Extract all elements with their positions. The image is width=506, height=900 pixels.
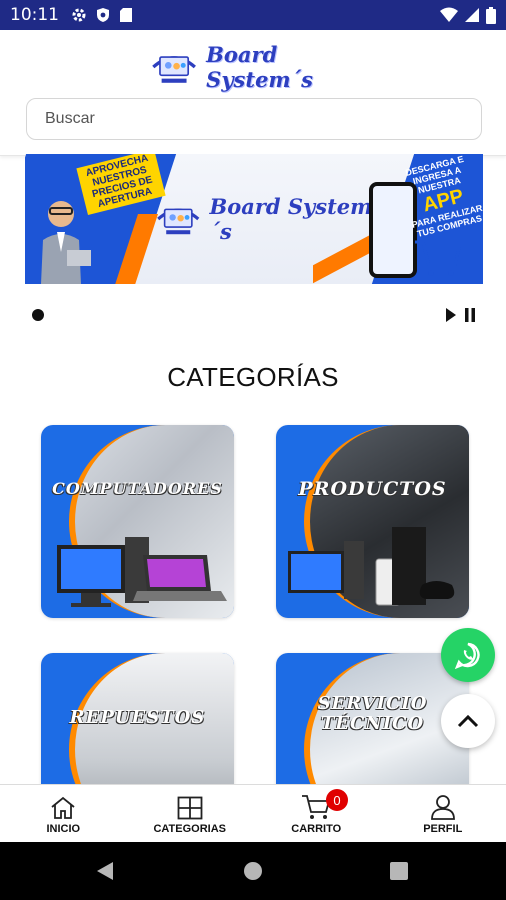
scroll-to-top-button[interactable]	[441, 694, 495, 748]
nav-label: PERFIL	[423, 823, 463, 835]
nav-item-categorias[interactable]: CATEGORIAS	[127, 785, 254, 842]
section-title: CATEGORÍAS	[167, 362, 339, 392]
computer-illustration	[57, 537, 227, 607]
status-system-icons	[440, 6, 496, 24]
play-icon[interactable]	[445, 307, 457, 323]
monitor-logo-icon	[152, 56, 196, 83]
app-header: Board System´s Buscar	[0, 30, 506, 156]
status-notification-icons	[71, 7, 133, 23]
system-navigation-bar	[0, 842, 506, 900]
nav-item-inicio[interactable]: INICIO	[0, 785, 127, 842]
bottom-navigation: INICIO CATEGORIAS CARRITO 0 PERFIL	[0, 784, 506, 842]
products-illustration	[288, 527, 455, 606]
nav-item-carrito[interactable]: CARRITO 0	[253, 785, 380, 842]
home-icon	[51, 796, 75, 819]
settings-icon	[72, 8, 86, 22]
banner-person-illustration	[41, 201, 91, 284]
nav-label: CATEGORIAS	[153, 823, 227, 835]
home-circle-icon[interactable]	[244, 862, 262, 880]
status-bar: 10:11	[0, 0, 506, 30]
category-label: REPUESTOS	[69, 707, 206, 728]
nav-item-perfil[interactable]: PERFIL	[380, 785, 506, 842]
banner-logo-text: Board System´s	[209, 194, 373, 244]
grid-icon	[177, 796, 203, 820]
carousel-indicator-dot[interactable]	[32, 309, 44, 321]
back-icon[interactable]	[96, 861, 114, 881]
battery-icon	[486, 6, 496, 24]
category-label: PRODUCTOS	[298, 478, 447, 500]
user-icon	[430, 795, 455, 820]
whatsapp-icon	[454, 642, 480, 669]
status-time: 10:11	[10, 5, 59, 25]
category-label: COMPUTADORES	[52, 479, 223, 498]
banner-cart-illustration	[415, 240, 461, 276]
recents-icon[interactable]	[390, 862, 408, 880]
shield-icon	[97, 8, 109, 22]
pause-icon[interactable]	[464, 308, 476, 322]
promo-banner[interactable]: APROVECHA NUESTROS PRECIOS DE APERTURA B…	[25, 154, 483, 284]
signal-icon	[465, 8, 479, 22]
whatsapp-button[interactable]	[441, 628, 495, 682]
sd-card-icon	[120, 8, 132, 22]
brand-logo-text: Board System´s	[206, 42, 313, 92]
category-label-line1: SERVICIO	[317, 693, 428, 714]
nav-label: INICIO	[46, 823, 81, 835]
wifi-icon	[440, 7, 458, 22]
category-label-line2: TÉCNICO	[320, 713, 425, 734]
search-input[interactable]: Buscar	[26, 98, 482, 140]
category-card-productos[interactable]: PRODUCTOS	[276, 425, 469, 618]
banner-logo: Board System´s	[155, 194, 375, 244]
cart-count-badge: 0	[326, 789, 348, 811]
category-card-computadores[interactable]: COMPUTADORES	[41, 425, 234, 618]
chevron-up-icon	[457, 714, 479, 728]
brand-logo[interactable]: Board System´s	[150, 42, 360, 92]
monitor-logo-icon	[157, 208, 200, 235]
nav-label: CARRITO	[291, 823, 342, 835]
